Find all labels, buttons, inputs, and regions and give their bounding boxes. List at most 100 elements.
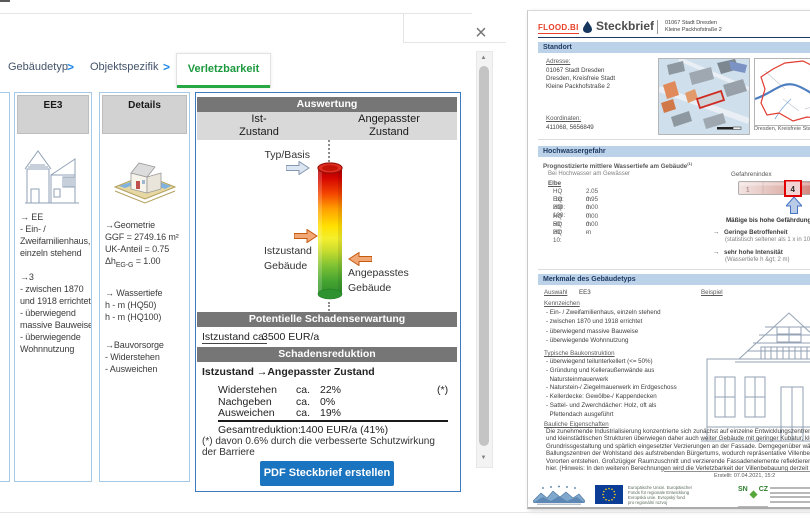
region-map-image — [754, 58, 810, 126]
erstellt-timestamp: Erstellt: 07.04.2021, 15:2 — [714, 473, 776, 479]
index-current-value: 4 — [791, 185, 796, 194]
index-caption: Mäßige bis hohe Gefährdung — [726, 217, 810, 224]
koordinaten-value: 411068, 5656849 — [546, 124, 594, 131]
row-label: Nachgeben — [218, 395, 272, 408]
pdf-erstellen-button[interactable]: PDF Steckbrief erstellen — [260, 461, 394, 486]
baukonstruktion-text: - überwiegend teilunterkellert (<= 50%) … — [546, 358, 677, 418]
region-map-caption: Dresden, Kreisfreie Stadt — [754, 126, 810, 132]
footer-fine-print — [770, 487, 810, 503]
baukonstruktion-label: Typische Baukonstruktion — [544, 350, 615, 357]
reduktion-footnote: (*) davon 0.6% durch die verbesserte Sch… — [202, 436, 435, 458]
betroffenheit-detail: (statistisch seltener als 1 x in 100 a) — [725, 237, 810, 243]
reduktion-row: Ausweichen ca. 19% — [0, 407, 460, 419]
project-mountains-logo — [533, 485, 585, 505]
pdf-preview-page: FLOOD.BI Steckbrief 01067 Stadt Dresden … — [527, 10, 810, 509]
typ-basis-arrow-icon — [286, 161, 310, 175]
geometrie-uk: UK-Anteil = 0.75 — [105, 244, 170, 254]
beispiel-label: Beispiel — [701, 289, 723, 296]
row-ca: ca. — [296, 395, 311, 408]
row-label: Ausweichen — [218, 407, 275, 419]
wassertiefe-subtitle: Prognostizierte mittlere Wassertiefe am … — [543, 161, 692, 170]
index-pointer-up-arrow-icon — [786, 197, 802, 214]
sn-cz-diamond-icon — [749, 490, 758, 499]
panel-ee3: EE3 → EE - Ein- / Zweifamilienhaus, einz… — [14, 92, 92, 482]
tab-verletzbarkeit[interactable]: Verletzbarkeit — [176, 53, 271, 88]
scroll-down-icon[interactable]: ▼ — [476, 455, 491, 461]
gewaesser-intro: Bei Hochwasser am Gewässer — [548, 171, 631, 177]
dialog-header-divider — [403, 13, 404, 42]
row-ca: ca. — [296, 407, 311, 419]
angepasstes-gebaeude-label: Angepasstes Gebäude — [348, 267, 409, 294]
arrow-right-icon: → — [713, 229, 720, 236]
istzustand-ca-label: Istzustand ca. — [202, 331, 267, 344]
ist-zustand-label: Ist- Zustand — [239, 113, 279, 138]
reduktion-row: Widerstehen ca. 22% (*) — [0, 384, 460, 396]
sn-label: SN — [738, 486, 748, 493]
geometrie-dh: ΔhEG-G = 1.00 — [105, 256, 161, 269]
cz-label: CZ — [758, 486, 769, 493]
title-divider — [657, 20, 658, 34]
reduktion-row: Nachgeben ca. 0% — [0, 396, 460, 408]
eigenschaften-label: Bauliche Eigenschaften — [544, 421, 609, 428]
koordinaten-label: Koordinaten: — [546, 115, 582, 122]
window-edge-artifact — [0, 0, 10, 2]
site-map-image — [658, 58, 750, 135]
eigenschaften-text: Die zunehmende Industrialisierung konzen… — [546, 428, 810, 473]
footnote-rule — [664, 471, 810, 472]
kennzeichen-label: Kennzeichen — [544, 300, 580, 307]
details-geometrie: →Geometrie GGF = 2749.16 m² UK-Anteil = … — [105, 219, 179, 272]
row-value: 22% — [320, 384, 342, 396]
section-divider — [538, 139, 810, 140]
section-merkmale-header: Merkmale des Gebäudetyps — [538, 274, 810, 285]
adresse-value: 01067 Stadt Dresden Dresden, Kreisfreie … — [546, 67, 616, 90]
tab-active-underline — [177, 85, 270, 88]
auswahl-label: Auswahl — [544, 289, 568, 296]
istzustand-ca-value: 3500 EUR/a — [262, 331, 320, 343]
river-label: Elbe — [548, 180, 562, 187]
pdf-title: Steckbrief — [596, 19, 655, 33]
eu-flag — [595, 485, 623, 504]
gefahrenindex-scale: 1 4 — [738, 180, 810, 197]
panel-ee3-header: EE3 — [17, 95, 89, 134]
istzustand-arrow-icon — [294, 229, 318, 243]
breadcrumb-item-gebaeudetyp[interactable]: Gebäudetyp — [8, 61, 68, 73]
geometrie-title: →Geometrie — [105, 220, 156, 230]
scroll-up-icon[interactable]: ▲ — [476, 55, 491, 61]
drop-icon — [583, 21, 592, 33]
window-bottom-border — [0, 512, 810, 513]
hq-label: HQ 10: — [553, 229, 563, 244]
gefahrenindex-label: Gefahrenindex — [731, 171, 772, 178]
flood-bi-logo: FLOOD.BI — [538, 23, 579, 34]
schadensreduktion-header: Schadensreduktion — [197, 347, 457, 362]
kennzeichen-text: - Ein- / Zweifamilienhaus, einzeln stehe… — [546, 309, 661, 344]
details-bauvorsorge: →Bauvorsorge - Widerstehen - Ausweichen — [105, 340, 164, 374]
clipped-column — [0, 92, 10, 482]
close-icon[interactable]: × — [468, 22, 494, 44]
header-rule — [538, 37, 810, 38]
auswertung-header: Auswertung — [197, 97, 457, 112]
betroffenheit-bullet: Geringe Betroffenheit — [724, 229, 788, 236]
panel-details: Details →Geometrie GGF = 2749.16 m² UK-A… — [99, 92, 190, 482]
house-sketch-icon — [24, 150, 79, 204]
breadcrumb-item-objektspezifik[interactable]: Objektspezifik — [90, 61, 158, 73]
pdf-title-address: 01067 Stadt Dresden Kleine Packhofstraße… — [665, 20, 722, 33]
schadenserwartung-header: Potentielle Schadenserwartung — [197, 312, 457, 327]
chevron-right-icon: > — [67, 60, 75, 74]
section-divider — [538, 269, 810, 270]
damage-gradient-cylinder — [317, 162, 343, 300]
arrow-right-icon: → — [713, 249, 720, 256]
angepasstes-arrow-icon — [348, 252, 372, 266]
subtitle-text: Prognostizierte mittlere Wassertiefe am … — [543, 163, 688, 171]
panel-details-header: Details — [102, 95, 187, 134]
index-low-tick: 1 — [746, 187, 750, 194]
scrollbar-thumb[interactable] — [478, 66, 489, 446]
row-value: 0% — [320, 395, 336, 408]
gesamtreduktion-label: Gesamtreduktion: — [218, 424, 301, 436]
tab-label: Verletzbarkeit — [187, 63, 260, 75]
chevron-right-icon: > — [163, 60, 171, 74]
dialog-top-border — [0, 13, 472, 14]
reduktion-subtitle: Istzustand →Angepasster Zustand — [202, 366, 375, 378]
ee3-description: → EE - Ein- / Zweifamilienhaus, einzeln … — [20, 212, 92, 354]
geometrie-ggf: GGF = 2749.16 m² — [105, 232, 179, 242]
section-gefahr-header: Hochwassergefahr — [538, 146, 810, 157]
